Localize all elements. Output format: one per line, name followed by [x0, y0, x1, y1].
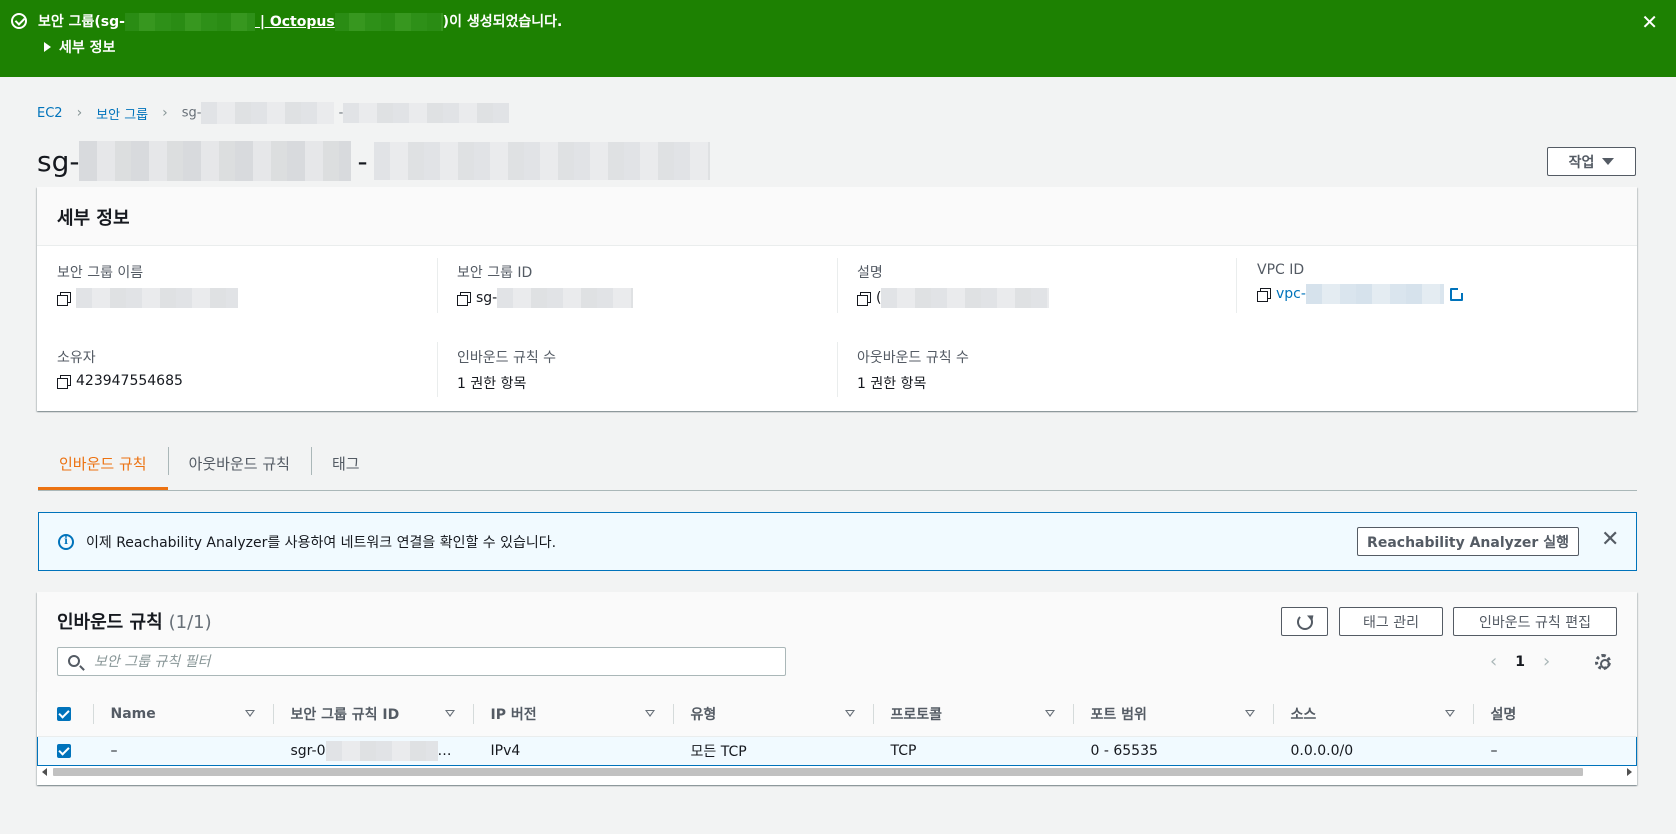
actions-button[interactable]: 작업 — [1547, 147, 1636, 176]
select-all-checkbox[interactable] — [56, 706, 71, 721]
copy-icon[interactable] — [857, 291, 871, 306]
column-header[interactable]: 포트 범위 — [1072, 692, 1273, 737]
run-reachability-analyzer-button[interactable]: Reachability Analyzer 실행 — [1357, 527, 1579, 556]
redacted-name — [334, 13, 443, 31]
flash-message: 보안 그룹(sg- | Octopus)이 생성되었습니다. — [38, 13, 563, 31]
redacted-value — [1305, 284, 1444, 304]
column-header[interactable]: 유형 — [672, 692, 873, 737]
column-header[interactable]: IP 버전 — [472, 692, 673, 737]
chevron-right-icon[interactable]: › — [1543, 651, 1550, 672]
edit-inbound-rules-button[interactable]: 인바운드 규칙 편집 — [1453, 607, 1617, 636]
redacted-value — [325, 740, 438, 761]
field-group-name: 보안 그룹 이름 — [57, 262, 238, 308]
field-vpc-id: VPC ID vpc- — [1257, 262, 1464, 304]
column-header[interactable]: 보안 그룹 규칙 ID — [272, 692, 473, 737]
chevron-right-icon: › — [162, 105, 168, 121]
details-panel: 세부 정보 보안 그룹 이름 보안 그룹 ID sg- 설명 ( VPC ID … — [37, 187, 1637, 411]
refresh-icon — [1296, 613, 1313, 630]
search-input[interactable] — [92, 651, 772, 673]
info-alert-text: 이제 Reachability Analyzer를 사용하여 네트워크 연결을 … — [86, 535, 557, 551]
rules-count: (1/1) — [168, 612, 212, 633]
chevron-right-icon: › — [76, 105, 83, 121]
vpc-link[interactable]: vpc- — [1276, 286, 1306, 302]
search-icon — [68, 655, 80, 667]
copy-icon[interactable] — [57, 374, 71, 389]
sort-icon — [844, 710, 855, 717]
caret-right-icon — [44, 42, 51, 52]
breadcrumb-security-groups[interactable]: 보안 그룹 — [96, 104, 148, 123]
column-header[interactable]: 설명 — [1472, 692, 1637, 737]
field-description: 설명 ( — [857, 262, 1050, 308]
check-circle-icon — [11, 13, 27, 29]
sort-icon — [1444, 710, 1455, 717]
redacted-name — [373, 142, 710, 180]
sort-icon — [1244, 710, 1255, 717]
breadcrumb: EC2 › 보안 그룹 › sg- - — [37, 102, 510, 124]
table-row[interactable]: – sgr-0… IPv4 모든 TCP TCP 0 - 65535 0.0.0… — [37, 735, 1637, 766]
scroll-left-icon[interactable] — [42, 768, 47, 776]
scroll-right-icon[interactable] — [1627, 768, 1632, 776]
breadcrumb-ec2[interactable]: EC2 — [37, 106, 63, 121]
redacted-value — [881, 288, 1050, 308]
field-owner: 소유자 423947554685 — [57, 350, 183, 389]
field-outbound-count: 아웃바운드 규칙 수 1 권한 항목 — [857, 350, 969, 392]
scrollbar-thumb[interactable] — [53, 768, 1583, 776]
field-inbound-count: 인바운드 규칙 수 1 권한 항목 — [457, 350, 557, 392]
chevron-left-icon[interactable]: ‹ — [1490, 651, 1497, 672]
redacted-value — [76, 288, 238, 308]
copy-icon[interactable] — [57, 291, 71, 306]
manage-tags-button[interactable]: 태그 관리 — [1339, 607, 1443, 636]
column-header[interactable]: 프로토콜 — [872, 692, 1073, 737]
column-header[interactable]: 소스 — [1272, 692, 1473, 737]
sort-icon — [444, 710, 455, 717]
redacted-id — [201, 102, 335, 124]
field-group-id: 보안 그룹 ID sg- — [457, 262, 634, 308]
close-icon[interactable]: ✕ — [1601, 528, 1619, 552]
tab-inbound-rules[interactable]: 인바운드 규칙 — [38, 441, 168, 490]
breadcrumb-current: sg- - — [182, 102, 510, 124]
tab-tags[interactable]: 태그 — [310, 441, 381, 490]
info-alert: i 이제 Reachability Analyzer를 사용하여 네트워크 연결… — [38, 512, 1637, 571]
table-title: 인바운드 규칙 (1/1) — [57, 612, 212, 633]
rules-filter[interactable] — [57, 647, 786, 676]
flash-details-toggle[interactable]: 세부 정보 — [44, 37, 115, 57]
select-all-header — [37, 692, 93, 737]
refresh-button[interactable] — [1281, 607, 1328, 636]
redacted-id — [79, 141, 352, 181]
details-heading: 세부 정보 — [37, 187, 1637, 246]
page-title: sg- - — [37, 141, 710, 181]
page-number[interactable]: 1 — [1515, 654, 1525, 670]
inbound-rules-table: 인바운드 규칙(1/1) 태그 관리 인바운드 규칙 편집 ‹ 1 › Name… — [37, 592, 1637, 785]
info-icon: i — [58, 534, 74, 550]
redacted-name — [343, 103, 510, 123]
horizontal-scrollbar[interactable] — [37, 765, 1637, 779]
rules-grid: Name 보안 그룹 규칙 ID IP 버전 유형 프로토콜 포트 범위 소스 … — [37, 692, 1637, 766]
sort-icon — [244, 710, 255, 717]
close-icon[interactable]: ✕ — [1641, 12, 1658, 32]
tab-outbound-rules[interactable]: 아웃바운드 규칙 — [167, 441, 311, 490]
tab-bar: 인바운드 규칙 아웃바운드 규칙 태그 — [38, 441, 1637, 491]
sort-icon — [644, 710, 655, 717]
caret-down-icon — [1602, 158, 1615, 165]
copy-icon[interactable] — [1257, 287, 1271, 302]
gear-icon[interactable] — [1595, 654, 1611, 670]
success-flash-banner: 보안 그룹(sg- | Octopus)이 생성되었습니다. 세부 정보 ✕ — [0, 0, 1676, 77]
pagination: ‹ 1 › — [1490, 651, 1550, 672]
copy-icon[interactable] — [457, 291, 471, 306]
column-header[interactable]: Name — [92, 692, 273, 737]
external-link-icon[interactable] — [1449, 286, 1464, 301]
row-checkbox[interactable] — [57, 743, 71, 758]
sort-icon — [1044, 710, 1055, 717]
flash-link[interactable]: | Octopus — [255, 14, 335, 30]
redacted-value — [497, 288, 634, 308]
redacted-id — [124, 13, 255, 31]
